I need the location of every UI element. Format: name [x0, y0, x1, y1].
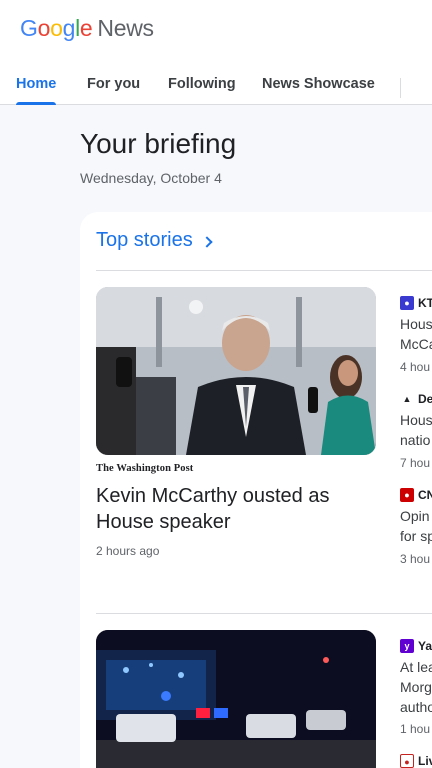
tab-for-you[interactable]: For you — [87, 76, 140, 105]
related-headline-line: Opin — [400, 508, 430, 524]
tab-news-showcase[interactable]: News Showcase — [262, 76, 375, 105]
tab-divider — [400, 78, 401, 98]
logo-letter: o — [50, 15, 63, 41]
logo-letter: o — [37, 15, 51, 41]
source-label: ● Liv — [400, 754, 432, 768]
source-name: CN — [418, 488, 432, 502]
source-label: ● KT — [400, 296, 432, 310]
source-name: KT — [418, 296, 432, 310]
source-name: Ya — [418, 639, 432, 653]
story-timestamp: 2 hours ago — [96, 544, 160, 558]
source-icon: ● — [400, 754, 414, 768]
related-timestamp: 4 hou — [400, 360, 431, 374]
related-headline-line: for sp — [400, 528, 432, 544]
source-label: ▲ De — [400, 392, 432, 406]
story-photo[interactable] — [96, 630, 376, 768]
related-timestamp: 7 hou — [400, 456, 431, 470]
source-icon: y — [400, 639, 414, 653]
divider — [96, 613, 432, 614]
source-icon: ● — [400, 296, 414, 310]
related-headline-line: autho — [400, 699, 432, 715]
related-timestamp: 1 hou — [400, 722, 431, 736]
google-news-logo[interactable]: Google News — [20, 15, 154, 42]
source-label: y Ya — [400, 639, 432, 653]
related-headline-line: At lea — [400, 659, 432, 675]
related-headline-line: Morg — [400, 679, 432, 695]
top-stories-card: Top stories The Washington Post Kevin Mc… — [80, 212, 432, 768]
chevron-right-icon — [201, 235, 213, 248]
story-headline[interactable]: Kevin McCarthy ousted as House speaker — [96, 483, 366, 535]
tab-following[interactable]: Following — [168, 76, 236, 105]
story-photo[interactable] — [96, 287, 376, 455]
tab-home[interactable]: Home — [16, 76, 57, 105]
top-stories-link[interactable]: Top stories — [96, 229, 213, 252]
divider — [96, 270, 432, 271]
source-name: De — [418, 392, 432, 406]
nav-tabs: Home For you Following News Showcase — [0, 76, 432, 105]
top-stories-label: Top stories — [96, 229, 193, 251]
briefing-date: Wednesday, October 4 — [80, 170, 222, 186]
source-label: ● CN — [400, 488, 432, 502]
top-header: Google News Home For you Following News S… — [0, 0, 432, 105]
related-headline-line: Hous — [400, 412, 432, 428]
related-headline-line: McCa — [400, 336, 432, 352]
briefing-title: Your briefing — [80, 128, 237, 159]
source-icon: ● — [400, 488, 414, 502]
logo-news-word: News — [97, 15, 154, 41]
logo-letter: g — [62, 15, 76, 41]
related-timestamp: 3 hou — [400, 552, 431, 566]
source-icon: ▲ — [400, 392, 414, 406]
related-headline-line: natio — [400, 432, 431, 448]
related-headline-line: Hous — [400, 316, 432, 332]
publisher-logo[interactable]: The Washington Post — [96, 463, 193, 474]
source-name: Liv — [418, 754, 432, 768]
logo-letter: G — [20, 15, 38, 41]
logo-letter: e — [79, 15, 93, 41]
